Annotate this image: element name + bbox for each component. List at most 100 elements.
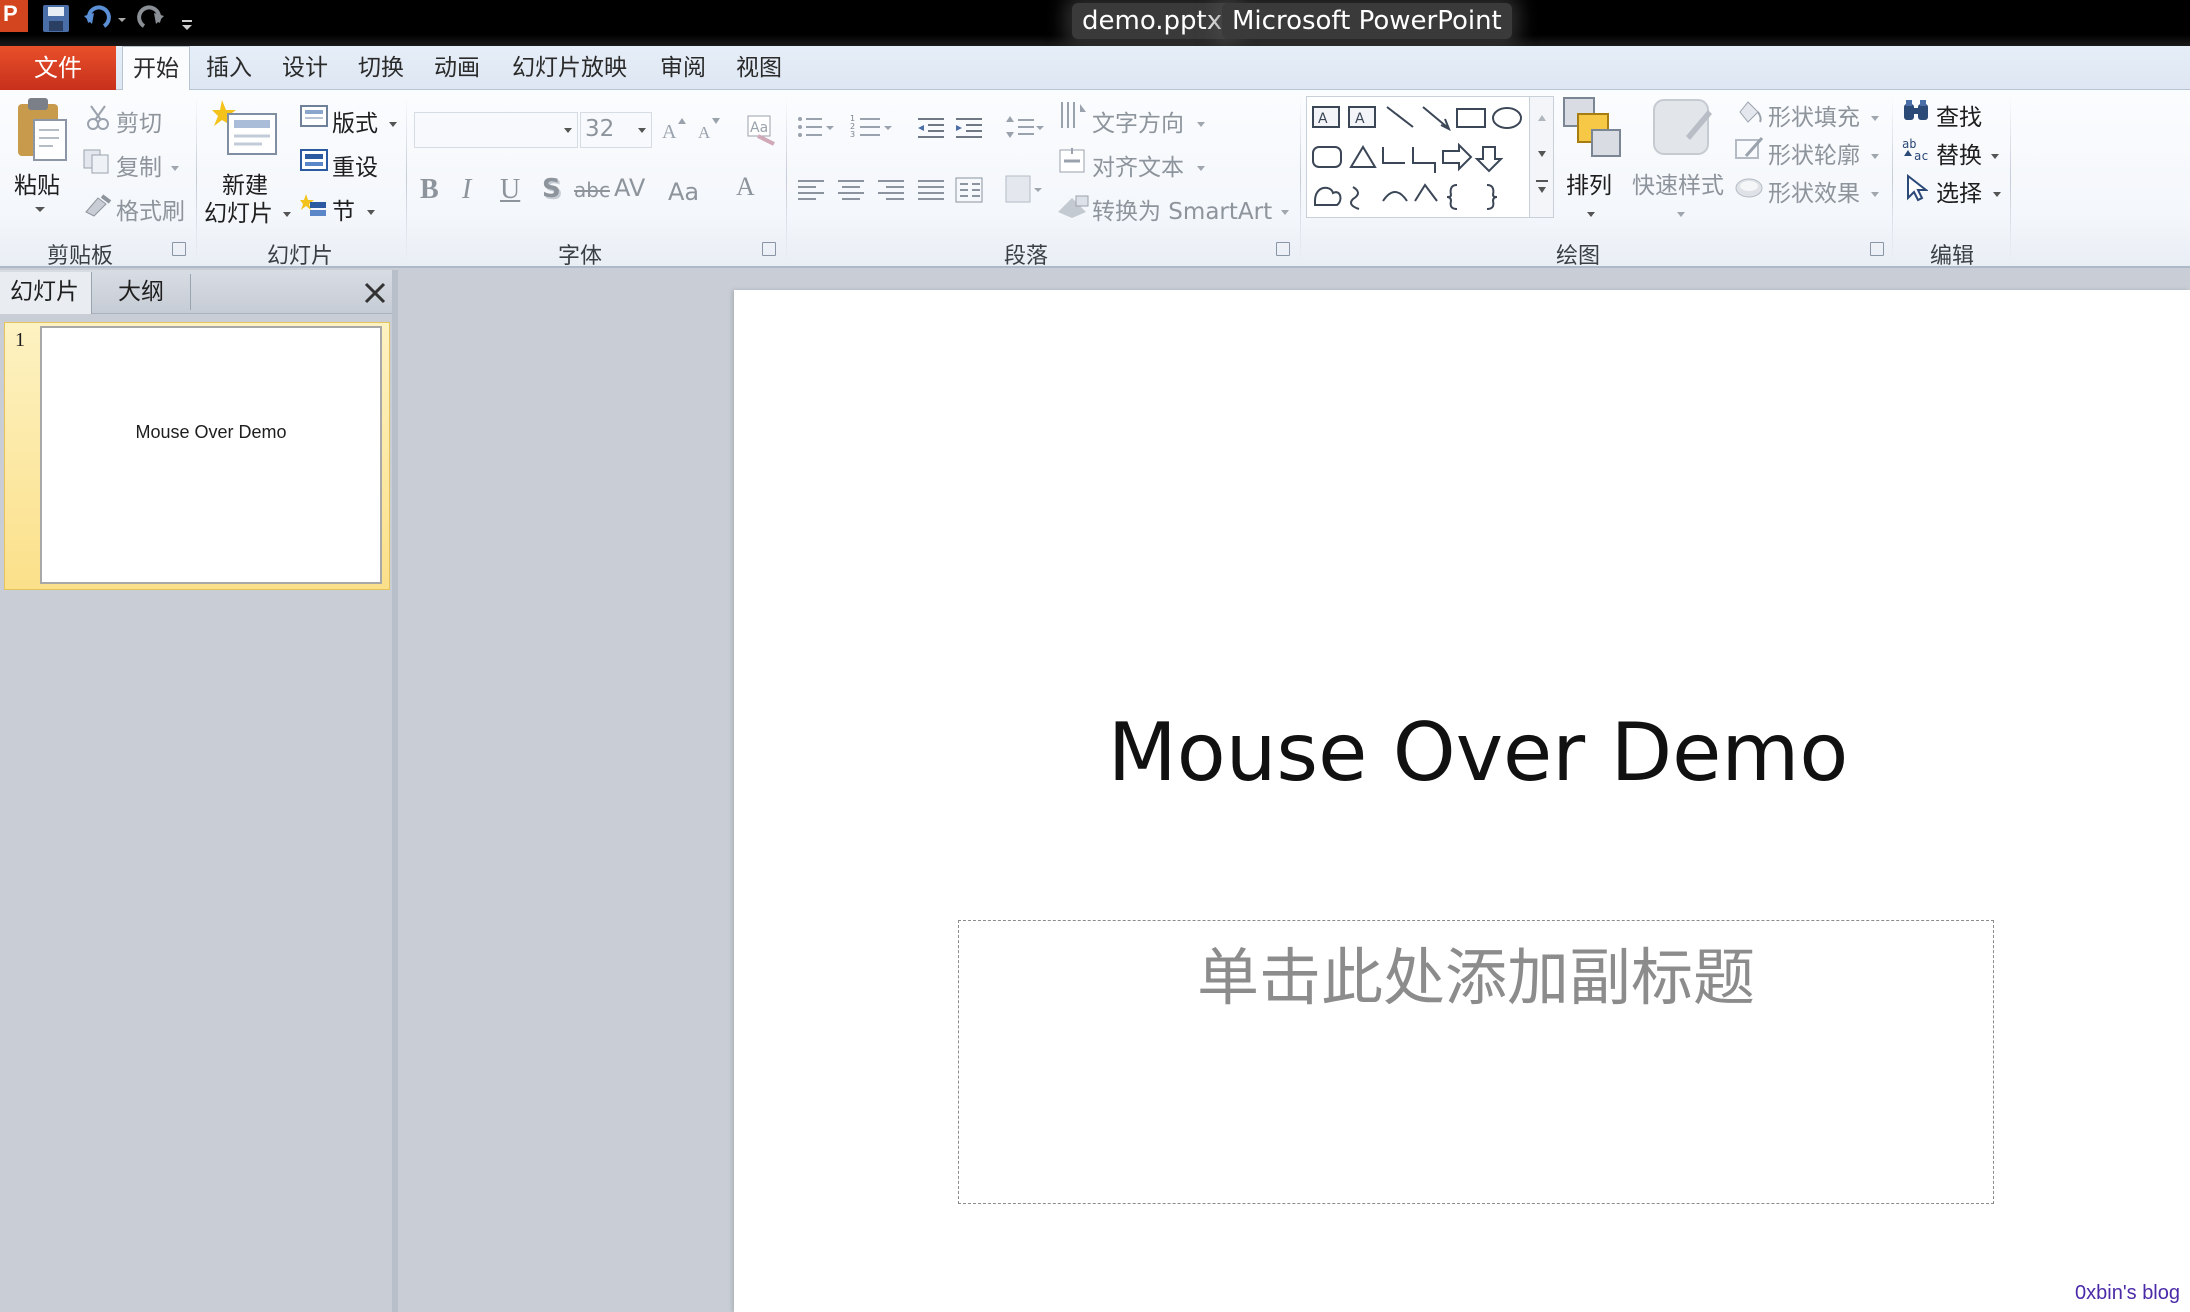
align-text-dropdown-icon[interactable] [1196,158,1206,177]
select-dropdown-icon[interactable] [1992,184,2002,203]
font-size-dropdown-icon[interactable] [637,127,647,135]
shapes-gallery[interactable]: A A [1306,96,1554,218]
tab-slideshow[interactable]: 幻灯片放映 [502,46,637,90]
quick-styles-dropdown-icon[interactable] [1676,204,1686,223]
underline-button[interactable]: U [500,174,520,206]
line-spacing-icon[interactable] [1004,112,1044,146]
undo-icon[interactable] [82,4,112,38]
paste-button[interactable]: 粘贴 [14,166,60,200]
shape-outline-button[interactable]: 形状轮廓 [1768,136,1860,170]
text-direction-button[interactable]: 文字方向 [1092,104,1184,138]
convert-smartart-button[interactable]: 转换为 SmartArt [1092,192,1272,226]
slide-thumbnail[interactable]: Mouse Over Demo [40,326,382,584]
grow-font-icon[interactable]: A [660,116,686,146]
tab-transitions[interactable]: 切换 [348,46,414,90]
section-dropdown-icon[interactable] [366,202,376,221]
clear-formatting-icon[interactable]: Aa [744,112,778,150]
new-slide-label-2[interactable]: 幻灯片 [204,194,273,228]
drawing-launcher-icon[interactable] [1870,242,1884,256]
shape-outline-dropdown-icon[interactable] [1870,146,1880,165]
slide-title[interactable]: Mouse Over Demo [734,706,2190,799]
arrange-button[interactable]: 排列 [1566,166,1612,200]
tab-outline[interactable]: 大纲 [108,272,174,312]
cut-button[interactable]: 剪切 [116,104,162,138]
tab-file[interactable]: 文件 [0,46,116,90]
bullets-icon[interactable] [796,114,836,144]
new-slide-dropdown-icon[interactable] [282,204,292,223]
decrease-indent-icon[interactable] [916,116,946,144]
subtitle-placeholder[interactable]: 单击此处添加副标题 [958,920,1994,1204]
paragraph-launcher-icon[interactable] [1276,242,1290,256]
italic-button[interactable]: I [462,174,471,206]
tab-insert[interactable]: 插入 [196,46,262,90]
redo-icon[interactable] [136,4,166,38]
gallery-scroll[interactable] [1529,97,1553,217]
replace-dropdown-icon[interactable] [1990,146,2000,165]
format-painter-icon [82,192,112,222]
close-pane-icon[interactable] [364,282,386,308]
group-divider [786,96,787,262]
copy-dropdown-icon[interactable] [170,158,180,177]
arrange-icon[interactable] [1562,96,1622,164]
find-button[interactable]: 查找 [1936,98,1982,132]
svg-text:ac: ac [1914,149,1928,162]
tab-view[interactable]: 视图 [726,46,792,90]
shape-fill-button[interactable]: 形状填充 [1768,98,1860,132]
group-divider [2010,96,2011,262]
text-shadow-button[interactable]: S [542,174,561,204]
justify-icon[interactable] [916,178,948,206]
font-name-combo[interactable] [414,112,578,148]
subtitle-placeholder-text[interactable]: 单击此处添加副标题 [959,927,1993,1017]
replace-button[interactable]: 替换 [1936,136,1982,170]
tab-review[interactable]: 审阅 [650,46,716,90]
shrink-font-icon[interactable]: A [696,116,720,146]
reset-button[interactable]: 重设 [332,148,378,182]
shape-effects-dropdown-icon[interactable] [1870,184,1880,203]
font-launcher-icon[interactable] [762,242,776,256]
align-text-shape-icon[interactable] [1004,174,1044,208]
character-spacing-button[interactable]: AV [614,174,645,202]
clipboard-launcher-icon[interactable] [172,242,186,256]
layout-dropdown-icon[interactable] [388,114,398,133]
tab-slides[interactable]: 幻灯片 [0,272,92,314]
copy-button[interactable]: 复制 [116,148,162,182]
shape-effects-button[interactable]: 形状效果 [1768,174,1860,208]
tab-home[interactable]: 开始 [122,46,190,91]
undo-dropdown-icon[interactable] [116,8,128,42]
font-size-combo[interactable]: 32 [580,112,652,148]
align-left-icon[interactable] [796,178,828,206]
select-button[interactable]: 选择 [1936,174,1982,208]
powerpoint-logo-icon[interactable]: P [0,0,28,32]
drawing-group-label: 绘图 [1555,244,1600,269]
tab-design[interactable]: 设计 [272,46,338,90]
group-divider [406,96,407,262]
quick-styles-button[interactable]: 快速样式 [1632,166,1724,200]
title-bar: P demo.pptx Microsoft PowerPoint [0,0,2190,46]
save-icon[interactable] [42,4,70,38]
change-case-button[interactable]: Aa [668,178,699,206]
paste-icon[interactable] [12,96,70,162]
columns-icon[interactable] [954,176,986,208]
numbering-icon[interactable]: 123 [850,114,896,144]
layout-button[interactable]: 版式 [332,104,378,138]
paste-dropdown-icon[interactable] [34,200,46,219]
font-name-dropdown-icon[interactable] [563,127,573,135]
section-button[interactable]: 节 [332,192,355,226]
align-center-icon[interactable] [836,178,868,206]
quick-styles-icon[interactable] [1650,96,1712,160]
format-painter-button[interactable]: 格式刷 [116,192,185,226]
bold-button[interactable]: B [420,174,439,206]
font-color-button[interactable]: A [736,172,755,202]
align-text-button[interactable]: 对齐文本 [1092,148,1184,182]
thumbnail-title: Mouse Over Demo [135,422,287,442]
tab-animations[interactable]: 动画 [424,46,490,90]
strikethrough-button[interactable]: abc [574,178,610,202]
text-direction-dropdown-icon[interactable] [1196,114,1206,133]
customize-icon[interactable] [180,6,194,40]
shape-fill-dropdown-icon[interactable] [1870,108,1880,127]
smartart-dropdown-icon[interactable] [1280,202,1290,221]
increase-indent-icon[interactable] [954,116,984,144]
align-right-icon[interactable] [876,178,908,206]
new-slide-icon[interactable] [212,98,280,160]
arrange-dropdown-icon[interactable] [1586,204,1596,223]
